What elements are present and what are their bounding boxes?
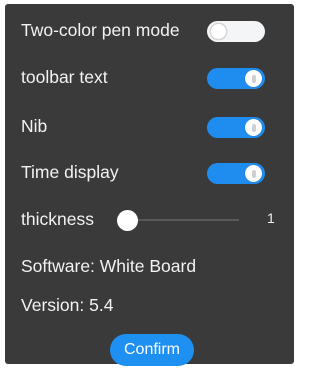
nib-toggle[interactable] [207,117,265,138]
two-color-pen-mode-toggle[interactable] [207,21,265,42]
two-color-pen-mode-label: Two-color pen mode [21,20,180,40]
toolbar-text-label: toolbar text [21,67,108,87]
software-row: Software: White Board [5,246,294,286]
toggle-knob [245,165,262,182]
toggle-knob [245,119,262,136]
time-display-label: Time display [21,162,119,182]
thickness-value: 1 [267,210,275,226]
time-display-row: Time display [5,152,294,192]
toolbar-text-row: toolbar text [5,57,294,97]
version-info: Version: 5.4 [21,295,114,315]
toggle-knob [245,70,262,87]
nib-row: Nib [5,106,294,146]
toggle-knob [210,23,227,40]
thickness-row: thickness 1 [5,199,294,239]
time-display-toggle[interactable] [207,163,265,184]
thickness-slider[interactable] [117,210,239,231]
software-info: Software: White Board [21,256,197,276]
confirm-button[interactable]: Confirm [110,334,194,366]
version-row: Version: 5.4 [5,285,294,325]
settings-panel: Two-color pen mode toolbar text Nib Time… [5,4,294,366]
two-color-pen-mode-row: Two-color pen mode [5,10,294,50]
nib-label: Nib [21,116,48,136]
thickness-slider-handle[interactable] [117,210,138,231]
thickness-label: thickness [21,209,94,229]
toolbar-text-toggle[interactable] [207,68,265,89]
